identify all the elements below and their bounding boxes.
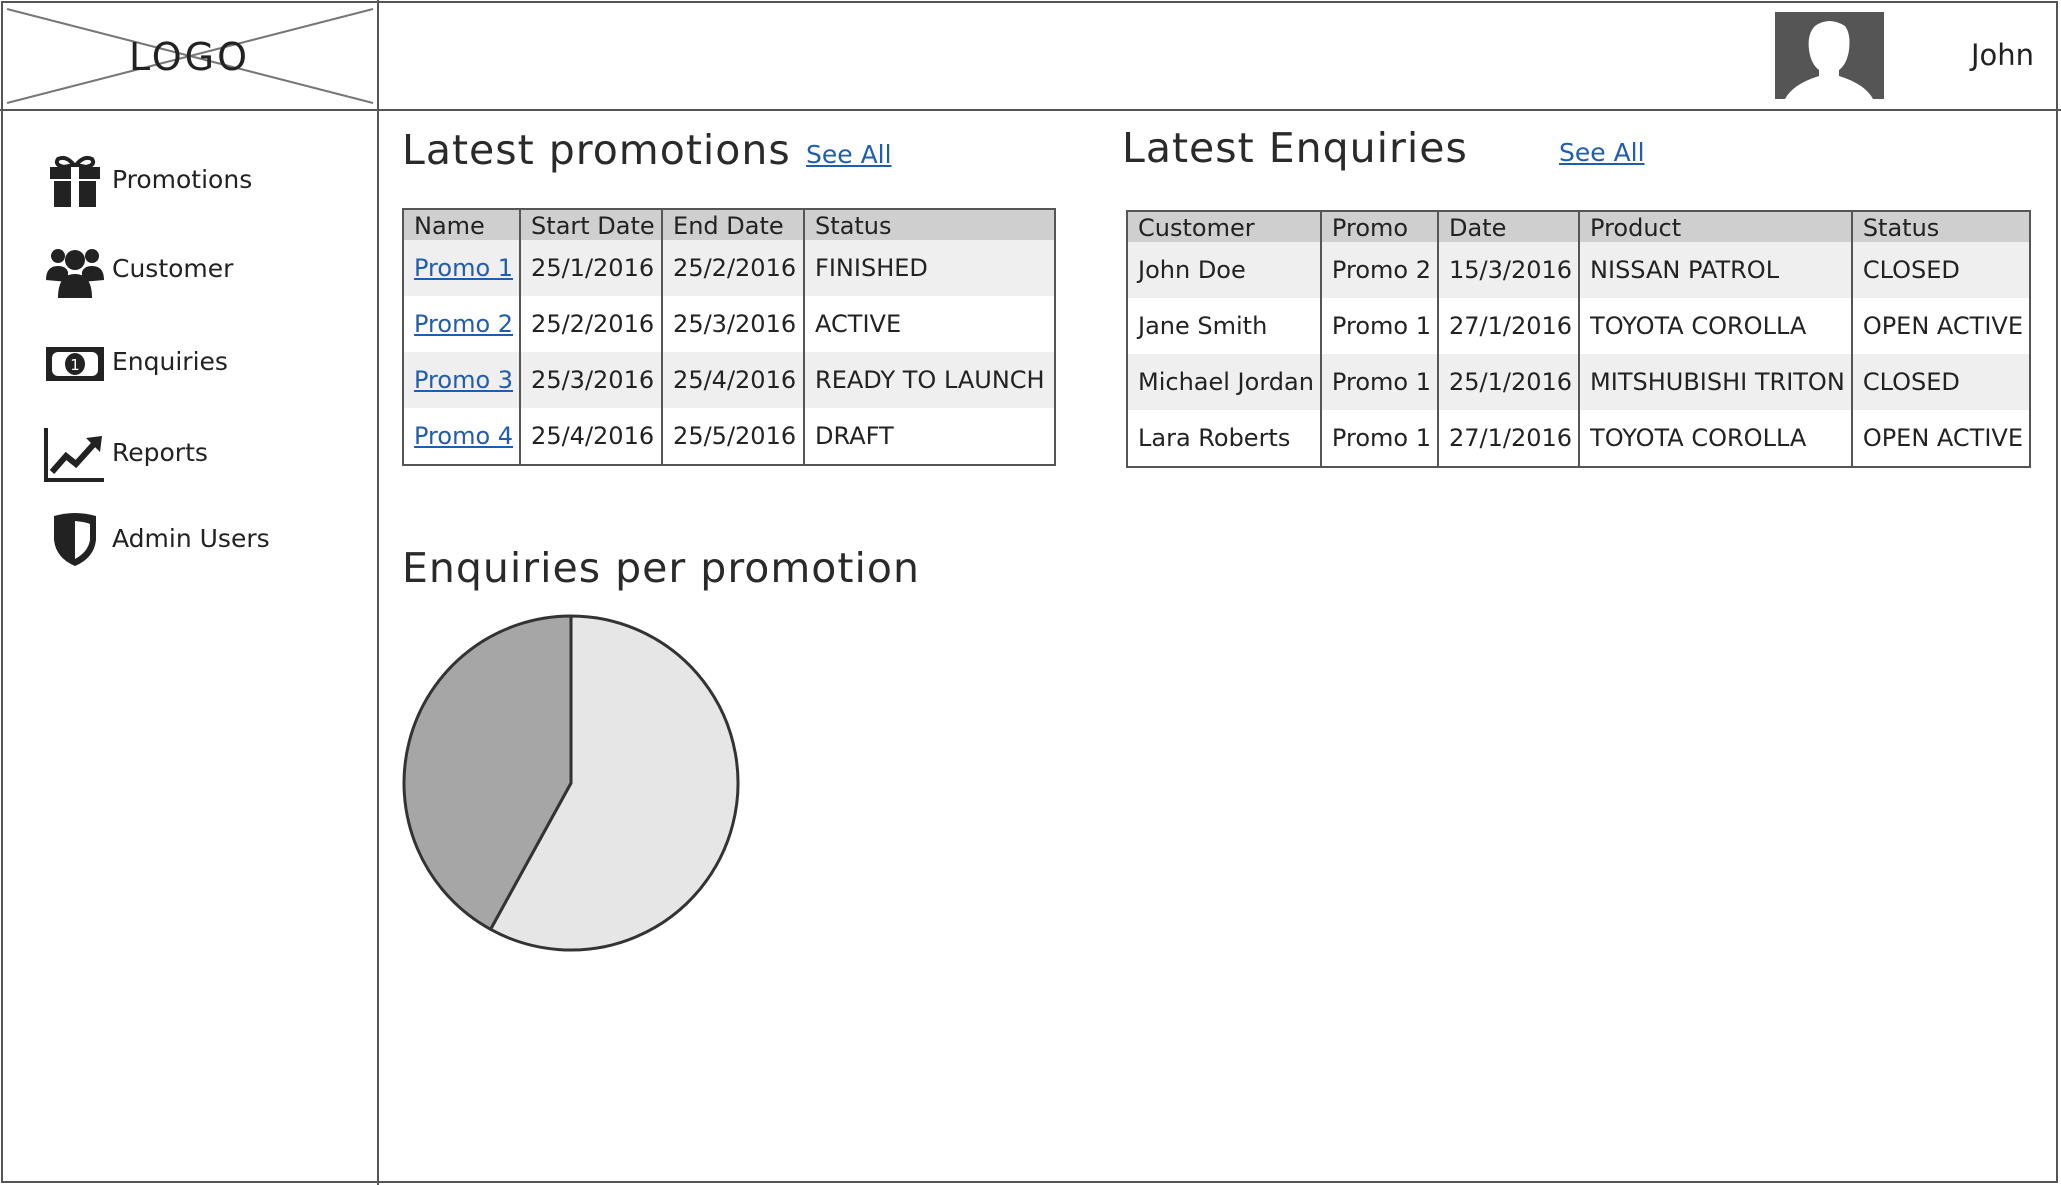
column-header[interactable]: Promo <box>1319 211 1438 242</box>
sidebar-item-customer[interactable]: Customer <box>44 242 364 302</box>
product-cell: TOYOTA COROLLA <box>1578 298 1852 354</box>
sidebar-item-label: Admin Users <box>112 524 270 553</box>
start-date-cell: 25/3/2016 <box>519 352 663 408</box>
table-row[interactable]: Promo 4 25/4/2016 25/5/2016 DRAFT <box>403 408 1055 465</box>
column-header[interactable]: Status <box>1850 211 2030 242</box>
promo-name-cell: Promo 3 <box>403 352 521 408</box>
status-cell: CLOSED <box>1850 242 2030 298</box>
users-icon <box>46 249 104 298</box>
enquiries-table: Customer Promo Date Product Status John … <box>1126 210 2031 468</box>
sidebar-item-reports[interactable]: Reports <box>44 426 364 486</box>
table-row[interactable]: Promo 2 25/2/2016 25/3/2016 ACTIVE <box>403 296 1055 352</box>
end-date-cell: 25/3/2016 <box>661 296 805 352</box>
customer-cell: Michael Jordan <box>1127 354 1321 410</box>
table-row[interactable]: John Doe Promo 2 15/3/2016 NISSAN PATROL… <box>1127 242 2030 298</box>
status-cell: FINISHED <box>803 240 1055 296</box>
shield-icon <box>54 513 96 566</box>
enquiries-see-all-link[interactable]: See All <box>1559 138 1645 167</box>
customer-cell: Jane Smith <box>1127 298 1321 354</box>
promo-cell: Promo 1 <box>1319 354 1438 410</box>
sidebar-item-label: Promotions <box>112 165 253 194</box>
product-cell: MITSHUBISHI TRITON <box>1578 354 1852 410</box>
header-divider <box>0 109 2061 111</box>
promotions-table: Name Start Date End Date Status Promo 1 … <box>402 208 1056 466</box>
start-date-cell: 25/4/2016 <box>519 408 663 465</box>
promo-link[interactable]: Promo 1 <box>414 254 513 282</box>
promo-name-cell: Promo 1 <box>403 240 521 296</box>
table-row[interactable]: Promo 3 25/3/2016 25/4/2016 READY TO LAU… <box>403 352 1055 408</box>
column-header[interactable]: Name <box>403 209 521 240</box>
table-row[interactable]: Promo 1 25/1/2016 25/2/2016 FINISHED <box>403 240 1055 296</box>
sidebar-item-enquiries[interactable]: 1 Enquiries <box>44 335 364 395</box>
column-header[interactable]: Status <box>803 209 1055 240</box>
promo-cell: Promo 1 <box>1319 410 1438 467</box>
table-header-row: Name Start Date End Date Status <box>403 209 1055 240</box>
start-date-cell: 25/2/2016 <box>519 296 663 352</box>
column-header[interactable]: Date <box>1436 211 1580 242</box>
column-header[interactable]: Product <box>1578 211 1852 242</box>
column-header[interactable]: End Date <box>661 209 805 240</box>
avatar[interactable] <box>1775 12 1884 99</box>
status-cell: DRAFT <box>803 408 1055 465</box>
date-cell: 15/3/2016 <box>1436 242 1580 298</box>
svg-text:1: 1 <box>70 356 80 374</box>
sidebar-item-label: Reports <box>112 438 208 467</box>
promo-link[interactable]: Promo 2 <box>414 310 513 338</box>
end-date-cell: 25/2/2016 <box>661 240 805 296</box>
sidebar-item-label: Customer <box>112 254 234 283</box>
table-row[interactable]: Jane Smith Promo 1 27/1/2016 TOYOTA CORO… <box>1127 298 2030 354</box>
end-date-cell: 25/5/2016 <box>661 408 805 465</box>
sidebar-divider <box>377 0 379 1185</box>
promo-name-cell: Promo 2 <box>403 296 521 352</box>
product-cell: NISSAN PATROL <box>1578 242 1852 298</box>
promo-link[interactable]: Promo 3 <box>414 366 513 394</box>
customer-cell: John Doe <box>1127 242 1321 298</box>
promotions-title: Latest promotions <box>402 126 791 174</box>
end-date-cell: 25/4/2016 <box>661 352 805 408</box>
promo-cell: Promo 2 <box>1319 242 1438 298</box>
status-cell: ACTIVE <box>803 296 1055 352</box>
column-header[interactable]: Start Date <box>519 209 663 240</box>
date-cell: 27/1/2016 <box>1436 410 1580 467</box>
promo-link[interactable]: Promo 4 <box>414 422 513 450</box>
enquiries-title: Latest Enquiries <box>1122 124 1468 172</box>
sidebar-item-promotions[interactable]: Promotions <box>44 153 364 213</box>
promo-cell: Promo 1 <box>1319 298 1438 354</box>
date-cell: 27/1/2016 <box>1436 298 1580 354</box>
user-name[interactable]: John <box>1940 38 2034 72</box>
pie-chart <box>400 612 742 954</box>
status-cell: CLOSED <box>1850 354 2030 410</box>
table-row[interactable]: Michael Jordan Promo 1 25/1/2016 MITSHUB… <box>1127 354 2030 410</box>
chart-line-icon <box>44 428 104 482</box>
logo-placeholder[interactable]: LOGO <box>3 3 376 111</box>
gift-icon <box>50 155 100 207</box>
chart-title: Enquiries per promotion <box>402 544 920 592</box>
status-cell: READY TO LAUNCH <box>803 352 1055 408</box>
column-header[interactable]: Customer <box>1127 211 1321 242</box>
user-silhouette-icon <box>1775 12 1884 99</box>
promo-name-cell: Promo 4 <box>403 408 521 465</box>
date-cell: 25/1/2016 <box>1436 354 1580 410</box>
status-cell: OPEN ACTIVE <box>1850 298 2030 354</box>
status-cell: OPEN ACTIVE <box>1850 410 2030 467</box>
table-header-row: Customer Promo Date Product Status <box>1127 211 2030 242</box>
pie-chart-svg <box>402 614 740 952</box>
start-date-cell: 25/1/2016 <box>519 240 663 296</box>
sidebar-item-admin-users[interactable]: Admin Users <box>44 512 364 572</box>
money-icon: 1 <box>46 347 104 381</box>
logo-text: LOGO <box>128 35 251 79</box>
table-row[interactable]: Lara Roberts Promo 1 27/1/2016 TOYOTA CO… <box>1127 410 2030 467</box>
product-cell: TOYOTA COROLLA <box>1578 410 1852 467</box>
customer-cell: Lara Roberts <box>1127 410 1321 467</box>
sidebar-item-label: Enquiries <box>112 347 228 376</box>
promotions-see-all-link[interactable]: See All <box>806 140 892 169</box>
